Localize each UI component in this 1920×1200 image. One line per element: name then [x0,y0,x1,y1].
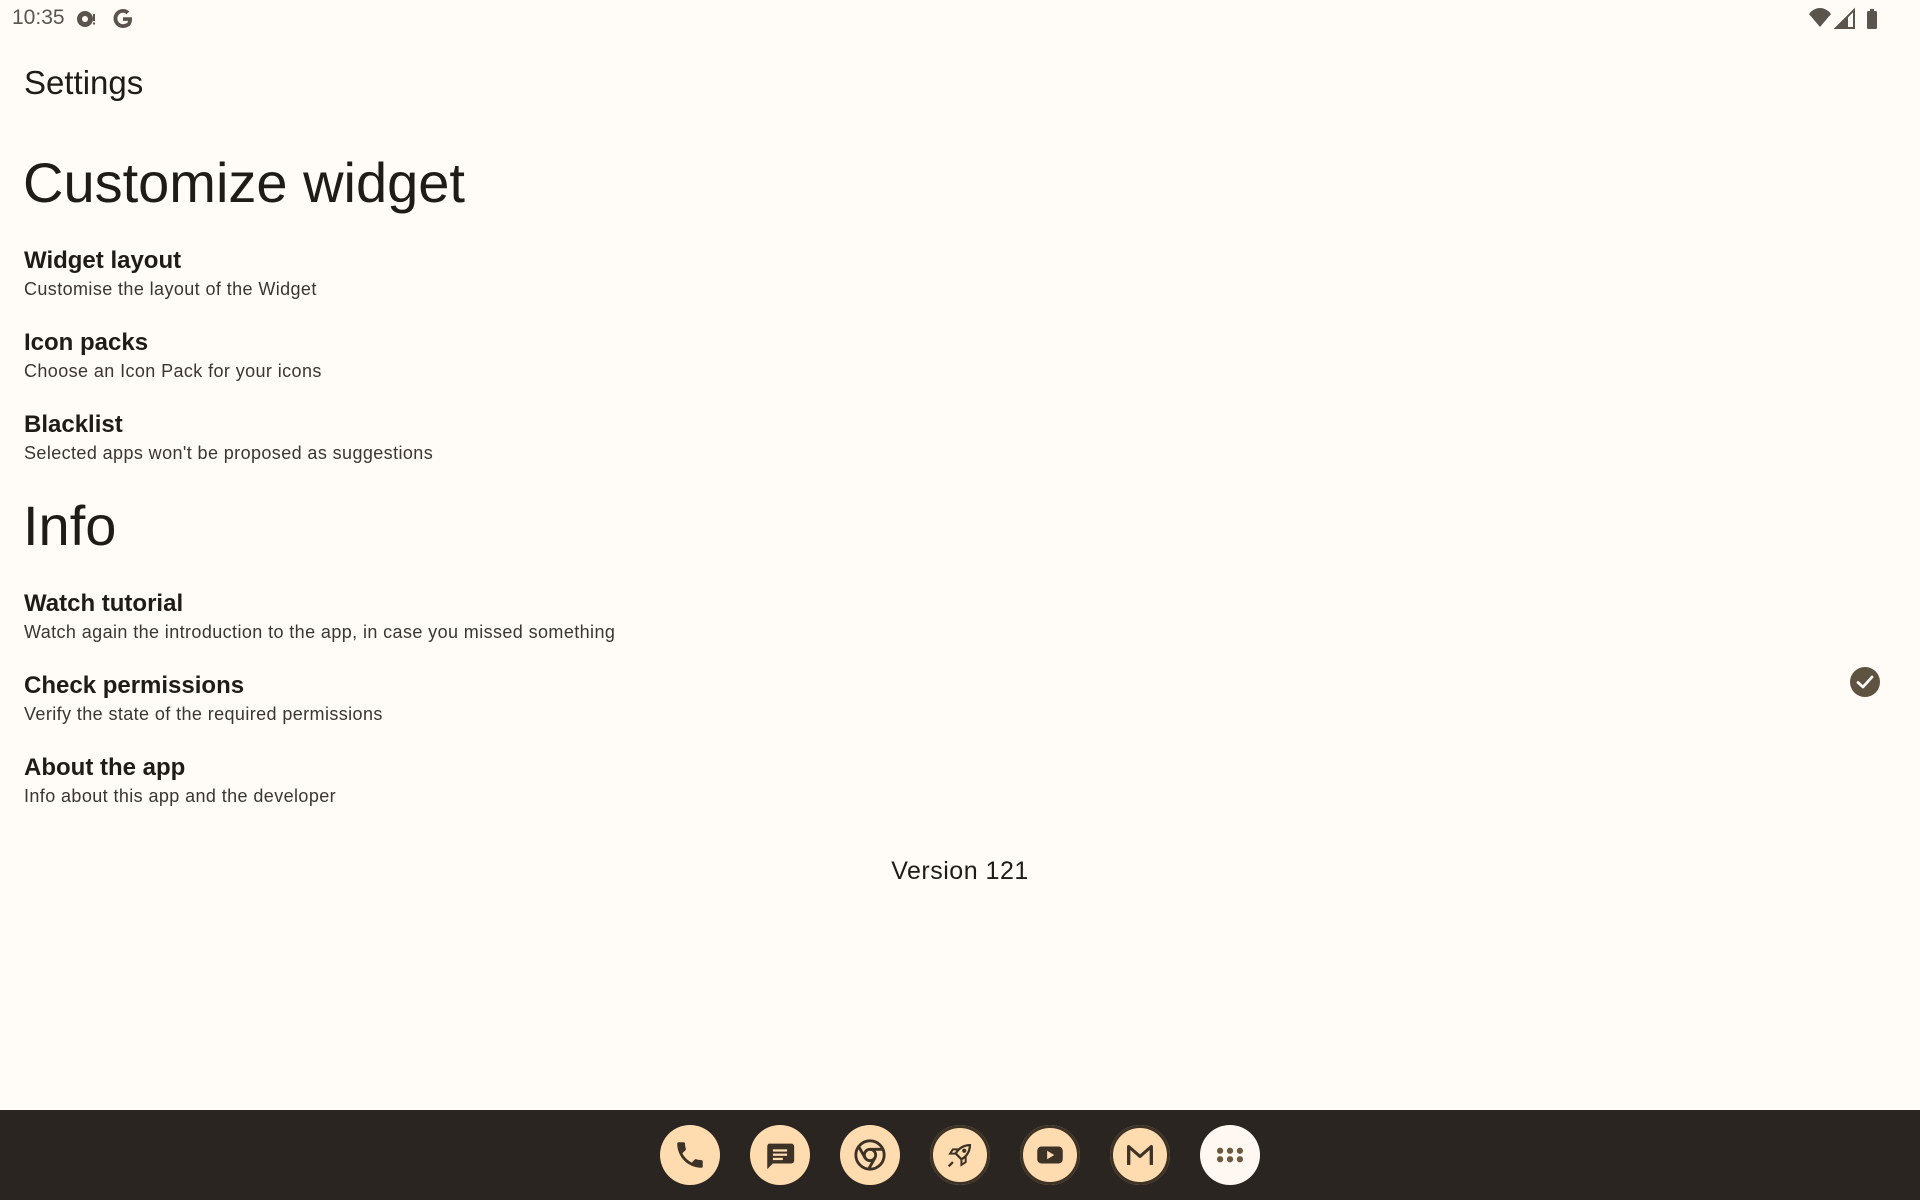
section-header-customize-widget: Customize widget [23,151,465,214]
pref-title: Check permissions [24,672,245,699]
pref-summary: Customise the layout of the Widget [24,279,317,299]
pref-widget-layout[interactable]: Widget layout Customise the layout of th… [0,247,1920,327]
status-bar: 10:35 [0,0,1920,38]
pref-title: Icon packs [24,329,149,356]
pref-summary: Choose an Icon Pack for your icons [24,361,322,381]
pref-summary: Verify the state of the required permiss… [24,704,383,724]
wifi-icon [1808,7,1832,31]
section-header-info: Info [23,494,117,557]
chrome-icon[interactable] [840,1125,900,1185]
launcher-rocket-icon[interactable] [930,1125,990,1185]
pref-icon-packs[interactable]: Icon packs Choose an Icon Pack for your … [0,329,1920,409]
dock [0,1110,1920,1200]
messages-icon[interactable] [750,1125,810,1185]
pref-title: Blacklist [24,411,123,438]
page-title: Settings [24,64,144,101]
pref-title: About the app [24,754,186,781]
google-icon [111,7,135,31]
app-drawer-icon[interactable] [1200,1125,1260,1185]
check-circle-icon [1849,666,1881,698]
pref-title: Widget layout [24,247,182,274]
signal-icon [1833,7,1857,31]
pref-title: Watch tutorial [24,590,184,617]
pref-summary: Selected apps won't be proposed as sugge… [24,443,434,463]
pref-watch-tutorial[interactable]: Watch tutorial Watch again the introduct… [0,590,1920,670]
version-text: Version 121 [891,857,1029,885]
pref-summary: Watch again the introduction to the app,… [24,622,616,642]
sync-notification-icon [74,7,98,31]
gmail-icon[interactable] [1110,1125,1170,1185]
pref-about-the-app[interactable]: About the app Info about this app and th… [0,754,1920,834]
youtube-icon[interactable] [1020,1125,1080,1185]
status-time: 10:35 [12,6,65,29]
phone-icon[interactable] [660,1125,720,1185]
pref-check-permissions[interactable]: Check permissions Verify the state of th… [0,667,1920,752]
pref-blacklist[interactable]: Blacklist Selected apps won't be propose… [0,411,1920,491]
pref-summary: Info about this app and the developer [24,786,337,806]
battery-icon [1860,7,1884,31]
